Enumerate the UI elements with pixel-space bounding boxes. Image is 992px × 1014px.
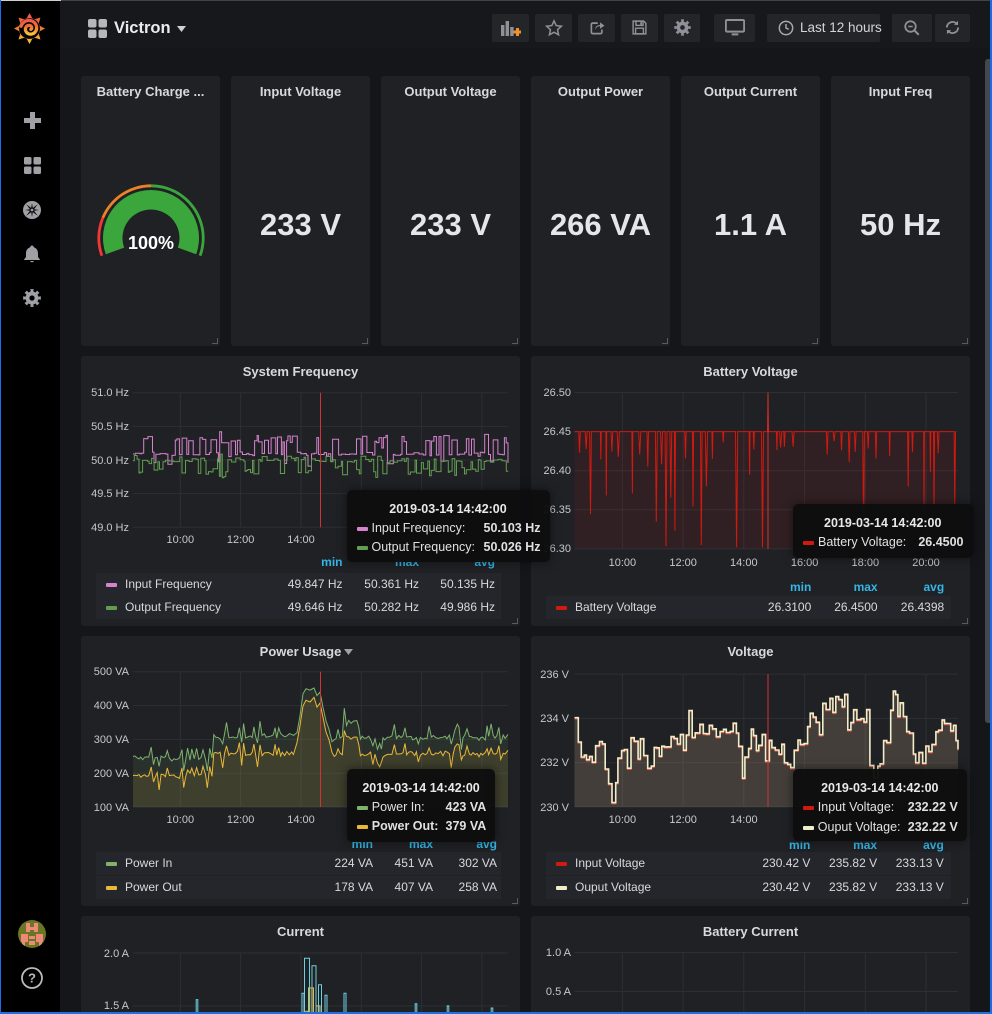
svg-text:100%: 100%: [128, 233, 174, 253]
svg-text:?: ?: [28, 971, 36, 986]
